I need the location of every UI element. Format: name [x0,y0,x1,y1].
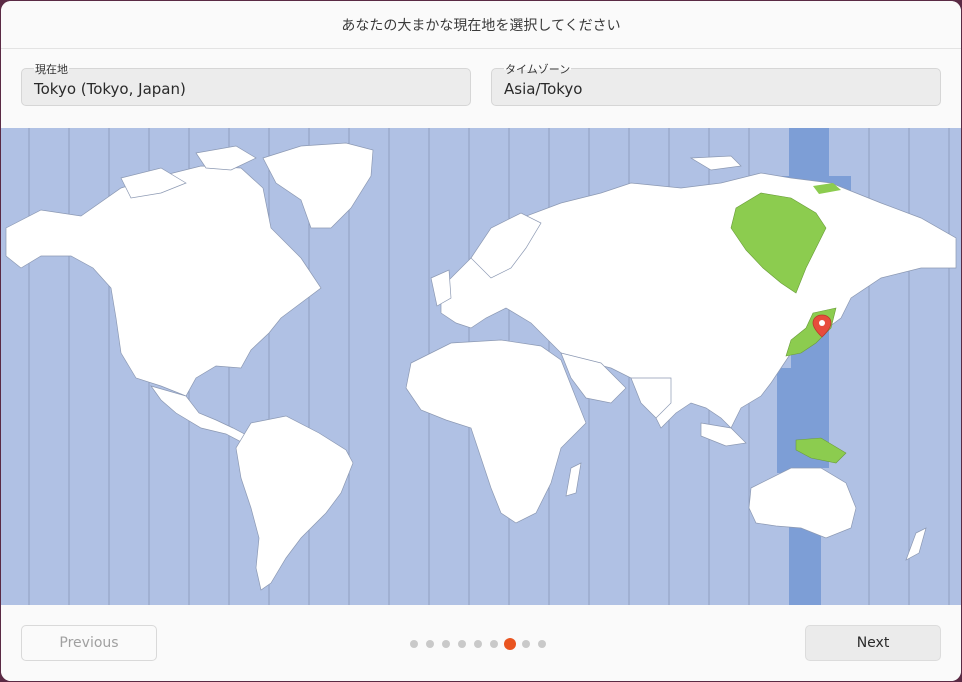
progress-dot [490,640,498,648]
location-value: Tokyo (Tokyo, Japan) [34,80,186,98]
progress-dot [458,640,466,648]
installer-window: あなたの大まかな現在地を選択してください 現在地 Tokyo (Tokyo, J… [1,1,961,681]
progress-dot [426,640,434,648]
progress-dot [522,640,530,648]
timezone-field[interactable]: タイムゾーン Asia/Tokyo [491,61,941,106]
previous-button[interactable]: Previous [21,625,157,661]
footer: Previous Next [1,605,961,681]
timezone-map[interactable] [1,128,961,605]
progress-dot-current [504,638,516,650]
world-map[interactable] [1,128,961,605]
location-label: 現在地 [34,61,69,77]
window-title: あなたの大まかな現在地を選択してください [1,1,961,49]
progress-dot [474,640,482,648]
progress-dot [410,640,418,648]
next-button[interactable]: Next [805,625,941,661]
location-field[interactable]: 現在地 Tokyo (Tokyo, Japan) [21,61,471,106]
progress-dots [410,638,554,650]
timezone-label: タイムゾーン [504,61,572,77]
timezone-value: Asia/Tokyo [504,80,583,98]
progress-dot [538,640,546,648]
progress-dot [442,640,450,648]
